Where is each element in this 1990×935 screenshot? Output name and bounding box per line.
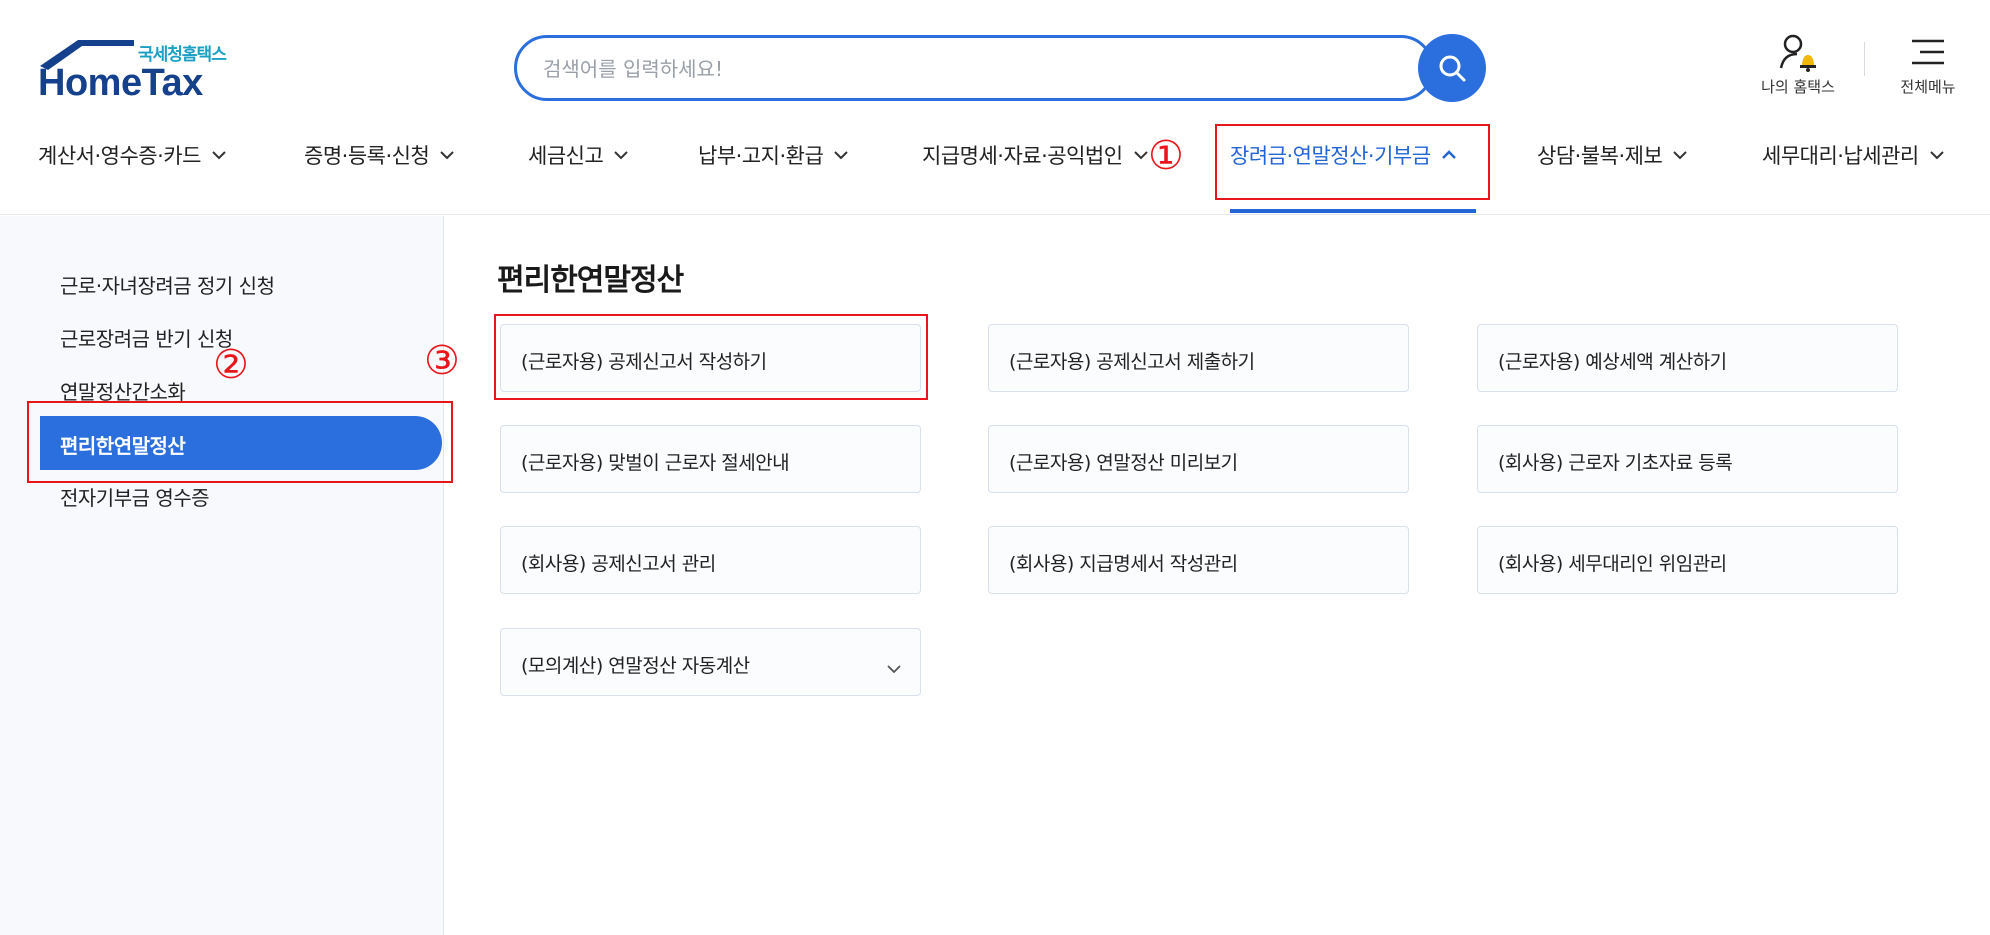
gnb-item-certificate-registration[interactable]: 증명·등록·신청 (304, 140, 455, 170)
annotation-number-step2: ② (213, 342, 249, 388)
chevron-down-icon (1930, 151, 1944, 160)
gnb-item-invoice-receipt-card[interactable]: 계산서·영수증·카드 (38, 140, 227, 170)
annotation-number-step3: ③ (424, 338, 460, 384)
search-bar (514, 35, 1434, 101)
logo-title: HomeTax (38, 62, 203, 104)
gnb-item-tax-filing[interactable]: 세금신고 (528, 140, 629, 170)
sidebar-item-earned-child-incentive[interactable]: 근로·자녀장려금 정기 신청 (60, 270, 275, 299)
chevron-down-icon (614, 151, 628, 160)
global-nav: 계산서·영수증·카드 증명·등록·신청 세금신고 납부·고지·환급 지급명세·자… (0, 130, 1990, 190)
card-employee-yearend-preview[interactable]: (근로자용) 연말정산 미리보기 (988, 425, 1409, 493)
annotation-box-step1 (1215, 124, 1490, 200)
chevron-down-icon (440, 151, 454, 160)
gnb-item-payment-refund[interactable]: 납부·고지·환급 (698, 140, 849, 170)
all-menu-label: 전체메뉴 (1900, 78, 1956, 96)
hamburger-menu-icon (1912, 39, 1944, 65)
gnb-item-payment-statement[interactable]: 지급명세·자료·공익법인 (922, 140, 1149, 170)
chevron-down-icon (1673, 151, 1687, 160)
hometax-logo[interactable]: 국세청홈택스 HomeTax (38, 36, 248, 104)
page-title: 편리한연말정산 (497, 263, 684, 298)
gnb-item-label: 세무대리·납세관리 (1762, 144, 1919, 168)
search-input[interactable] (543, 54, 1403, 84)
gnb-item-label: 증명·등록·신청 (304, 144, 430, 168)
chevron-down-icon (834, 151, 848, 160)
card-company-tax-agent-delegation[interactable]: (회사용) 세무대리인 위임관리 (1477, 526, 1898, 594)
card-employee-estimated-tax[interactable]: (근로자용) 예상세액 계산하기 (1477, 324, 1898, 392)
annotation-box-step2 (27, 401, 453, 483)
gnb-item-label: 계산서·영수증·카드 (38, 144, 201, 168)
card-label: (모의계산) 연말정산 자동계산 (521, 655, 750, 677)
chevron-down-icon (1133, 151, 1148, 160)
sidebar: 근로·자녀장려금 정기 신청 근로장려금 반기 신청 연말정산간소화 편리한연말… (0, 216, 444, 935)
sidebar-item-e-donation-receipt[interactable]: 전자기부금 영수증 (60, 482, 210, 511)
sidebar-item-semiannual-incentive[interactable]: 근로장려금 반기 신청 (60, 323, 233, 352)
my-hometax-label: 나의 홈택스 (1761, 78, 1835, 96)
annotation-number-step1: ① (1148, 133, 1184, 179)
gnb-active-underline (1230, 209, 1476, 213)
card-employee-dual-income-guide[interactable]: (근로자용) 맞벌이 근로자 절세안내 (500, 425, 921, 493)
chevron-down-icon (887, 665, 901, 674)
card-company-payment-statement[interactable]: (회사용) 지급명세서 작성관리 (988, 526, 1409, 594)
gnb-item-label: 지급명세·자료·공익법인 (922, 144, 1123, 168)
site-header: 국세청홈택스 HomeTax 나의 홈택스 (0, 0, 1990, 215)
all-menu-button[interactable]: 전체메뉴 (1888, 30, 1968, 97)
search-icon (1439, 55, 1466, 82)
card-mock-yearend-calc[interactable]: (모의계산) 연말정산 자동계산 (500, 628, 921, 696)
chevron-down-icon (212, 151, 226, 160)
card-company-deduction-manage[interactable]: (회사용) 공제신고서 관리 (500, 526, 921, 594)
card-company-employee-basic-data[interactable]: (회사용) 근로자 기초자료 등록 (1477, 425, 1898, 493)
gnb-item-label: 상담·불복·제보 (1537, 144, 1663, 168)
gnb-item-label: 세금신고 (528, 144, 604, 168)
gnb-item-label: 납부·고지·환급 (698, 144, 824, 168)
search-button[interactable] (1418, 34, 1486, 102)
gnb-item-tax-agent[interactable]: 세무대리·납세관리 (1762, 140, 1945, 170)
card-employee-deduction-submit[interactable]: (근로자용) 공제신고서 제출하기 (988, 324, 1409, 392)
gnb-item-consultation-appeal[interactable]: 상담·불복·제보 (1537, 140, 1688, 170)
utility-divider (1864, 42, 1865, 76)
annotation-box-step3 (494, 314, 928, 400)
user-bell-icon (1779, 34, 1816, 72)
my-hometax-button[interactable]: 나의 홈택스 (1748, 30, 1848, 97)
